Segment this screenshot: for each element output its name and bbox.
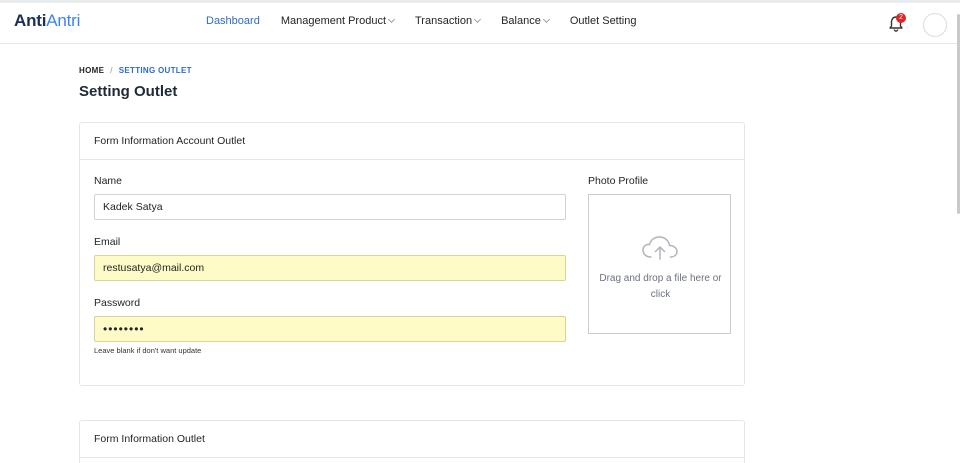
password-input[interactable] [94, 316, 566, 342]
chevron-down-icon [542, 15, 550, 23]
nav-item-label: Balance [501, 15, 541, 27]
account-form-card: Form Information Account Outlet Name Ema… [79, 122, 745, 386]
name-label: Name [94, 175, 123, 187]
page-title: Setting Outlet [79, 83, 178, 100]
nav-item-label: Transaction [415, 15, 473, 27]
brand-logo-part2: Antri [46, 11, 81, 30]
photo-dropzone[interactable]: Drag and drop a file here or click [588, 194, 731, 334]
cloud-upload-icon [642, 236, 678, 260]
breadcrumb: HOME / SETTING OUTLET [79, 66, 192, 75]
card-title: Form Information Outlet [80, 421, 744, 458]
outlet-form-card: Form Information Outlet [79, 420, 745, 463]
nav-item-label: Management Product [280, 15, 386, 27]
avatar[interactable] [923, 13, 947, 37]
dropzone-text: Drag and drop a file here or click [599, 273, 722, 300]
nav-item-management-product[interactable]: Management Product [280, 15, 396, 27]
main-nav: Dashboard Management Product Transaction… [206, 15, 657, 27]
nav-item-balance[interactable]: Balance [501, 15, 550, 27]
nav-item-label: Outlet Setting [569, 15, 637, 27]
password-label: Password [94, 297, 141, 309]
brand-logo-part1: Anti [14, 11, 47, 30]
notification-badge: 2 [896, 13, 906, 23]
breadcrumb-home[interactable]: HOME [79, 66, 104, 75]
nav-item-transaction[interactable]: Transaction [415, 15, 482, 27]
email-label: Email [94, 236, 121, 248]
brand-logo[interactable]: AntiAntri [14, 11, 80, 31]
chevron-down-icon [387, 15, 396, 23]
breadcrumb-current: SETTING OUTLET [118, 66, 192, 75]
nav-item-outlet-setting[interactable]: Outlet Setting [570, 15, 637, 27]
password-help-text: Leave blank if don't want update [94, 346, 202, 355]
nav-item-label: Dashboard [206, 15, 260, 27]
photo-profile-label: Photo Profile [588, 175, 649, 187]
chevron-down-icon [474, 15, 482, 23]
nav-item-dashboard[interactable]: Dashboard [206, 15, 260, 27]
card-title: Form Information Account Outlet [80, 123, 744, 160]
email-input[interactable] [94, 255, 566, 281]
name-input[interactable] [94, 194, 566, 220]
navbar: AntiAntri Dashboard Management Product T… [0, 3, 960, 44]
breadcrumb-separator: / [110, 66, 113, 75]
